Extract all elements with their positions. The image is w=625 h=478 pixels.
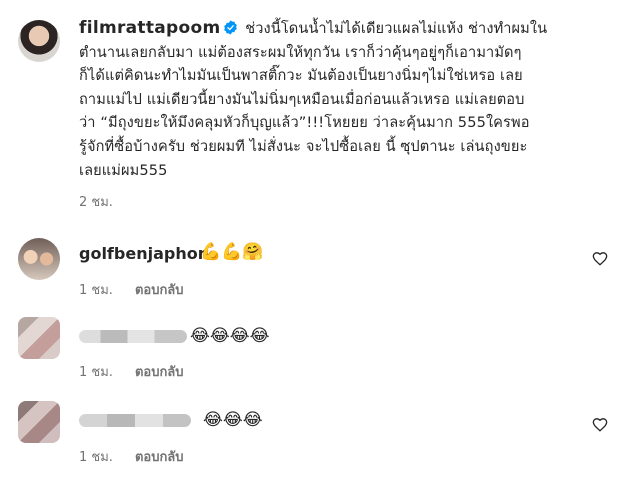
author-username[interactable]: filmrattapoom bbox=[79, 18, 221, 38]
comment-avatar[interactable] bbox=[18, 317, 60, 359]
heart-icon[interactable] bbox=[592, 417, 608, 433]
caption-line-6: รู้จักที่ซื้อบ้างครับ ช่วยผมที ไม่สั่งนะ… bbox=[79, 137, 528, 155]
post-timestamp: 2 ชม. bbox=[79, 195, 113, 210]
comment-username[interactable] bbox=[79, 330, 187, 343]
post-caption: filmrattapoom ช่วงนี้โดนน้ำไม่ได้เดียวแผ… bbox=[79, 17, 609, 182]
caption-text: ช่วงนี้โดนน้ำไม่ได้เดียวแผลไม่แห้ง ช่างท… bbox=[245, 20, 548, 37]
verified-badge-icon bbox=[223, 19, 238, 35]
caption-line-5: ว่า “มีถุงขยะให้มึงคลุมหัวก็บุญแล้ว”!!!โ… bbox=[79, 114, 530, 132]
reply-button[interactable]: ตอบกลับ bbox=[135, 450, 184, 465]
caption-line-1: filmrattapoom ช่วงนี้โดนน้ำไม่ได้เดียวแผ… bbox=[79, 17, 609, 41]
comment-text: 😂😂😂😂 bbox=[190, 326, 270, 346]
caption-line-3: ก็ได้แต่คิดนะทำไมมันเป็นพาสติ๊กวะ มันต้อ… bbox=[79, 67, 523, 85]
comment-username[interactable]: golfbenjaphon bbox=[79, 244, 209, 263]
heart-icon[interactable] bbox=[592, 251, 608, 267]
caption-line-2: ตำนานเลยกลับมา แม่ต้องสระผมให้ทุกวัน เรา… bbox=[79, 43, 522, 61]
comment-timestamp: 1 ชม. bbox=[79, 283, 113, 298]
comment-avatar[interactable] bbox=[18, 238, 60, 280]
caption-line-4: ถามแม่ไป แม่เดียวนี้ยางมันไม่นิ่มๆเหมือน… bbox=[79, 90, 525, 108]
reply-button[interactable]: ตอบกลับ bbox=[135, 283, 184, 298]
comment-meta: 1 ชม. ตอบกลับ bbox=[79, 361, 184, 382]
caption-line-7: เลยแม่ผม555 bbox=[79, 161, 168, 179]
comment-timestamp: 1 ชม. bbox=[79, 365, 113, 380]
comment-meta: 1 ชม. ตอบกลับ bbox=[79, 279, 184, 300]
comment-text: 💪💪🤗 bbox=[200, 242, 264, 262]
reply-button[interactable]: ตอบกลับ bbox=[135, 365, 184, 380]
comment-meta: 1 ชม. ตอบกลับ bbox=[79, 446, 184, 467]
author-avatar[interactable] bbox=[18, 20, 60, 62]
comment-timestamp: 1 ชม. bbox=[79, 450, 113, 465]
comment-username[interactable] bbox=[79, 414, 191, 427]
comment-avatar[interactable] bbox=[18, 401, 60, 443]
comment-text: 😂😂😂 bbox=[203, 410, 263, 430]
